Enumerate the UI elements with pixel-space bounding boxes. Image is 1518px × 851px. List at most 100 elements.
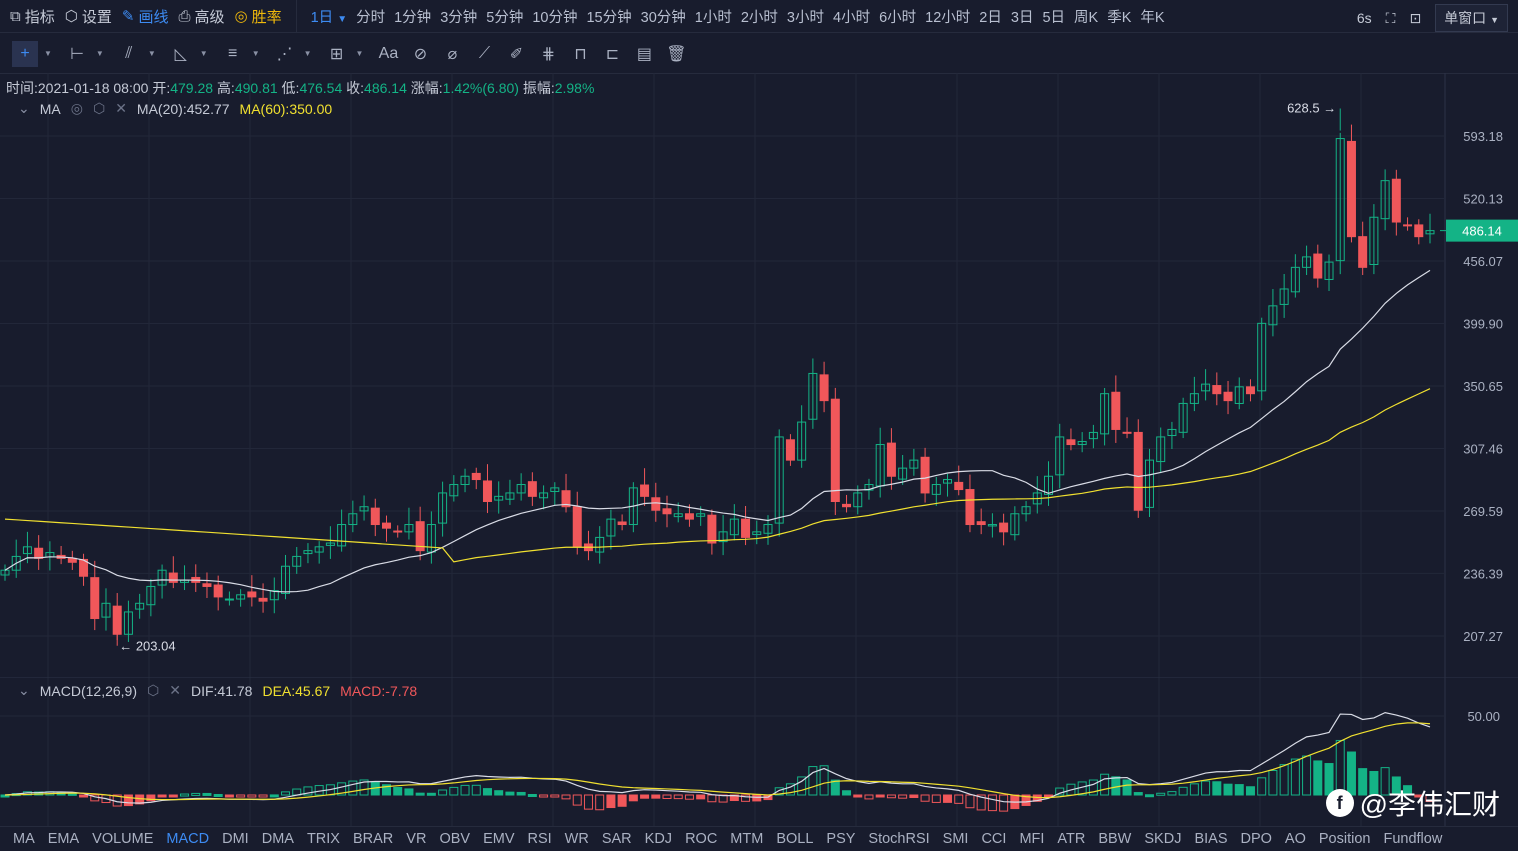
bookmark-icon[interactable]: ⊏ (599, 41, 625, 67)
tab-bbw[interactable]: BBW (1098, 831, 1131, 847)
period-11[interactable]: 6小时 (879, 6, 916, 27)
crosshair-icon[interactable]: + (12, 40, 38, 67)
period-10[interactable]: 4小时 (833, 6, 870, 27)
period-2[interactable]: 3分钟 (440, 6, 477, 27)
tab-psy[interactable]: PSY (826, 831, 855, 847)
menu-drawing[interactable]: ✎ 画线 (122, 6, 169, 27)
tab-skdj[interactable]: SKDJ (1144, 831, 1181, 847)
macd-bar (516, 791, 526, 796)
tab-sar[interactable]: SAR (602, 831, 632, 847)
tab-kdj[interactable]: KDJ (645, 831, 672, 847)
menu-advanced[interactable]: ⎙ 高级 (178, 6, 224, 27)
tab-dma[interactable]: DMA (262, 831, 294, 847)
period-6[interactable]: 30分钟 (641, 6, 686, 27)
horizontal-line-icon[interactable]: ⊢ (64, 41, 90, 67)
period-7[interactable]: 1小时 (695, 6, 732, 27)
period-4[interactable]: 10分钟 (532, 6, 577, 27)
caret-down-icon[interactable]: ▼ (252, 49, 260, 58)
angle-icon[interactable]: ◺ (168, 41, 194, 67)
caret-down-icon[interactable]: ▼ (304, 49, 312, 58)
period-1[interactable]: 1分钟 (394, 6, 431, 27)
refresh-interval[interactable]: 6s (1357, 10, 1372, 26)
measure-icon[interactable]: ⟋ (471, 41, 497, 67)
eye-icon[interactable]: ◎ (71, 100, 83, 117)
close-icon[interactable]: ✕ (169, 682, 181, 699)
caret-down-icon[interactable]: ▼ (200, 49, 208, 58)
menu-indicators[interactable]: ⧉ 指标 (10, 6, 55, 27)
brush-icon[interactable]: ✐ (503, 41, 529, 67)
text-icon[interactable]: Aa (375, 41, 401, 67)
trend-line-icon[interactable]: ⫽ (116, 41, 142, 67)
tab-atr[interactable]: ATR (1057, 831, 1085, 847)
tab-position[interactable]: Position (1319, 831, 1371, 847)
period-3[interactable]: 5分钟 (486, 6, 523, 27)
period-selector[interactable]: 1日 ▼ (311, 6, 348, 27)
tab-ma[interactable]: MA (13, 831, 35, 847)
menu-winrate[interactable]: ◎ 胜率 (234, 6, 281, 27)
close-icon[interactable]: ✕ (115, 100, 127, 117)
tab-dpo[interactable]: DPO (1241, 831, 1272, 847)
caret-down-icon[interactable]: ▼ (96, 49, 104, 58)
caret-down-icon[interactable]: ▼ (44, 49, 52, 58)
period-15[interactable]: 5日 (1042, 6, 1065, 27)
tab-emv[interactable]: EMV (483, 831, 514, 847)
period-12[interactable]: 12小时 (925, 6, 970, 27)
tab-ema[interactable]: EMA (48, 831, 79, 847)
tab-wr[interactable]: WR (565, 831, 589, 847)
tab-mtm[interactable]: MTM (730, 831, 763, 847)
gear-icon[interactable]: ⬡ (93, 100, 105, 117)
price-chart[interactable]: 593.18 520.13 456.07 399.90 350.65 307.46 269.… (0, 73, 1518, 677)
window-mode-select[interactable]: 单窗口 ▼ (1435, 4, 1508, 32)
macd-bar (696, 794, 706, 800)
tab-volume[interactable]: VOLUME (92, 831, 153, 847)
period-16[interactable]: 周K (1074, 6, 1098, 27)
period-5[interactable]: 15分钟 (586, 6, 631, 27)
period-13[interactable]: 2日 (979, 6, 1002, 27)
macd-bar (1223, 783, 1233, 796)
period-0[interactable]: 分时 (356, 6, 385, 27)
clipboard-icon[interactable]: ▤ (631, 41, 657, 67)
gear-icon[interactable]: ⬡ (147, 682, 159, 699)
collapse-icon[interactable]: ⌄ (18, 100, 30, 117)
tab-smi[interactable]: SMI (943, 831, 969, 847)
tab-bias[interactable]: BIAS (1194, 831, 1227, 847)
macd-chart[interactable]: 50.00 (0, 677, 1518, 826)
tab-stochrsi[interactable]: StochRSI (868, 831, 929, 847)
menu-settings[interactable]: ⬡ 设置 (65, 6, 112, 27)
tab-roc[interactable]: ROC (685, 831, 717, 847)
tab-mfi[interactable]: MFI (1019, 831, 1044, 847)
trash-icon[interactable]: 🗑 (663, 41, 689, 67)
period-14[interactable]: 3日 (1011, 6, 1034, 27)
tab-obv[interactable]: OBV (439, 831, 470, 847)
caret-down-icon[interactable]: ▼ (356, 49, 364, 58)
caret-down-icon[interactable]: ▼ (148, 49, 156, 58)
ma60-line (4, 388, 1431, 563)
tab-boll[interactable]: BOLL (776, 831, 813, 847)
period-9[interactable]: 3小时 (787, 6, 824, 27)
tab-ao[interactable]: AO (1285, 831, 1306, 847)
add-window-icon[interactable]: ⊡ (1409, 10, 1421, 27)
period-18[interactable]: 年K (1140, 6, 1164, 27)
macd-bar (583, 794, 593, 810)
tab-fundflow[interactable]: Fundflow (1383, 831, 1442, 847)
fullscreen-icon[interactable]: ⛶ (1386, 10, 1396, 27)
tab-macd[interactable]: MACD (166, 831, 209, 847)
tab-rsi[interactable]: RSI (527, 831, 551, 847)
tab-dmi[interactable]: DMI (222, 831, 249, 847)
fibonacci-icon[interactable]: ⋰ (272, 41, 298, 67)
tab-trix[interactable]: TRIX (307, 831, 340, 847)
collapse-icon[interactable]: ⌄ (18, 682, 30, 699)
tab-brar[interactable]: BRAR (353, 831, 393, 847)
tab-cci[interactable]: CCI (981, 831, 1006, 847)
price-tick: 593.18 (1463, 129, 1503, 144)
parallel-lines-icon[interactable]: ≡ (220, 41, 246, 67)
tab-vr[interactable]: VR (406, 831, 426, 847)
ruler-icon[interactable]: ⊘ (407, 41, 433, 67)
period-17[interactable]: 季K (1107, 6, 1131, 27)
eraser-icon[interactable]: ⌀ (439, 41, 465, 67)
macd-bar (1167, 791, 1177, 796)
pattern-icon[interactable]: ⋕ (535, 41, 561, 67)
period-8[interactable]: 2小时 (741, 6, 778, 27)
lock-icon[interactable]: ⊓ (567, 41, 593, 67)
rectangle-icon[interactable]: ⊞ (324, 41, 350, 67)
